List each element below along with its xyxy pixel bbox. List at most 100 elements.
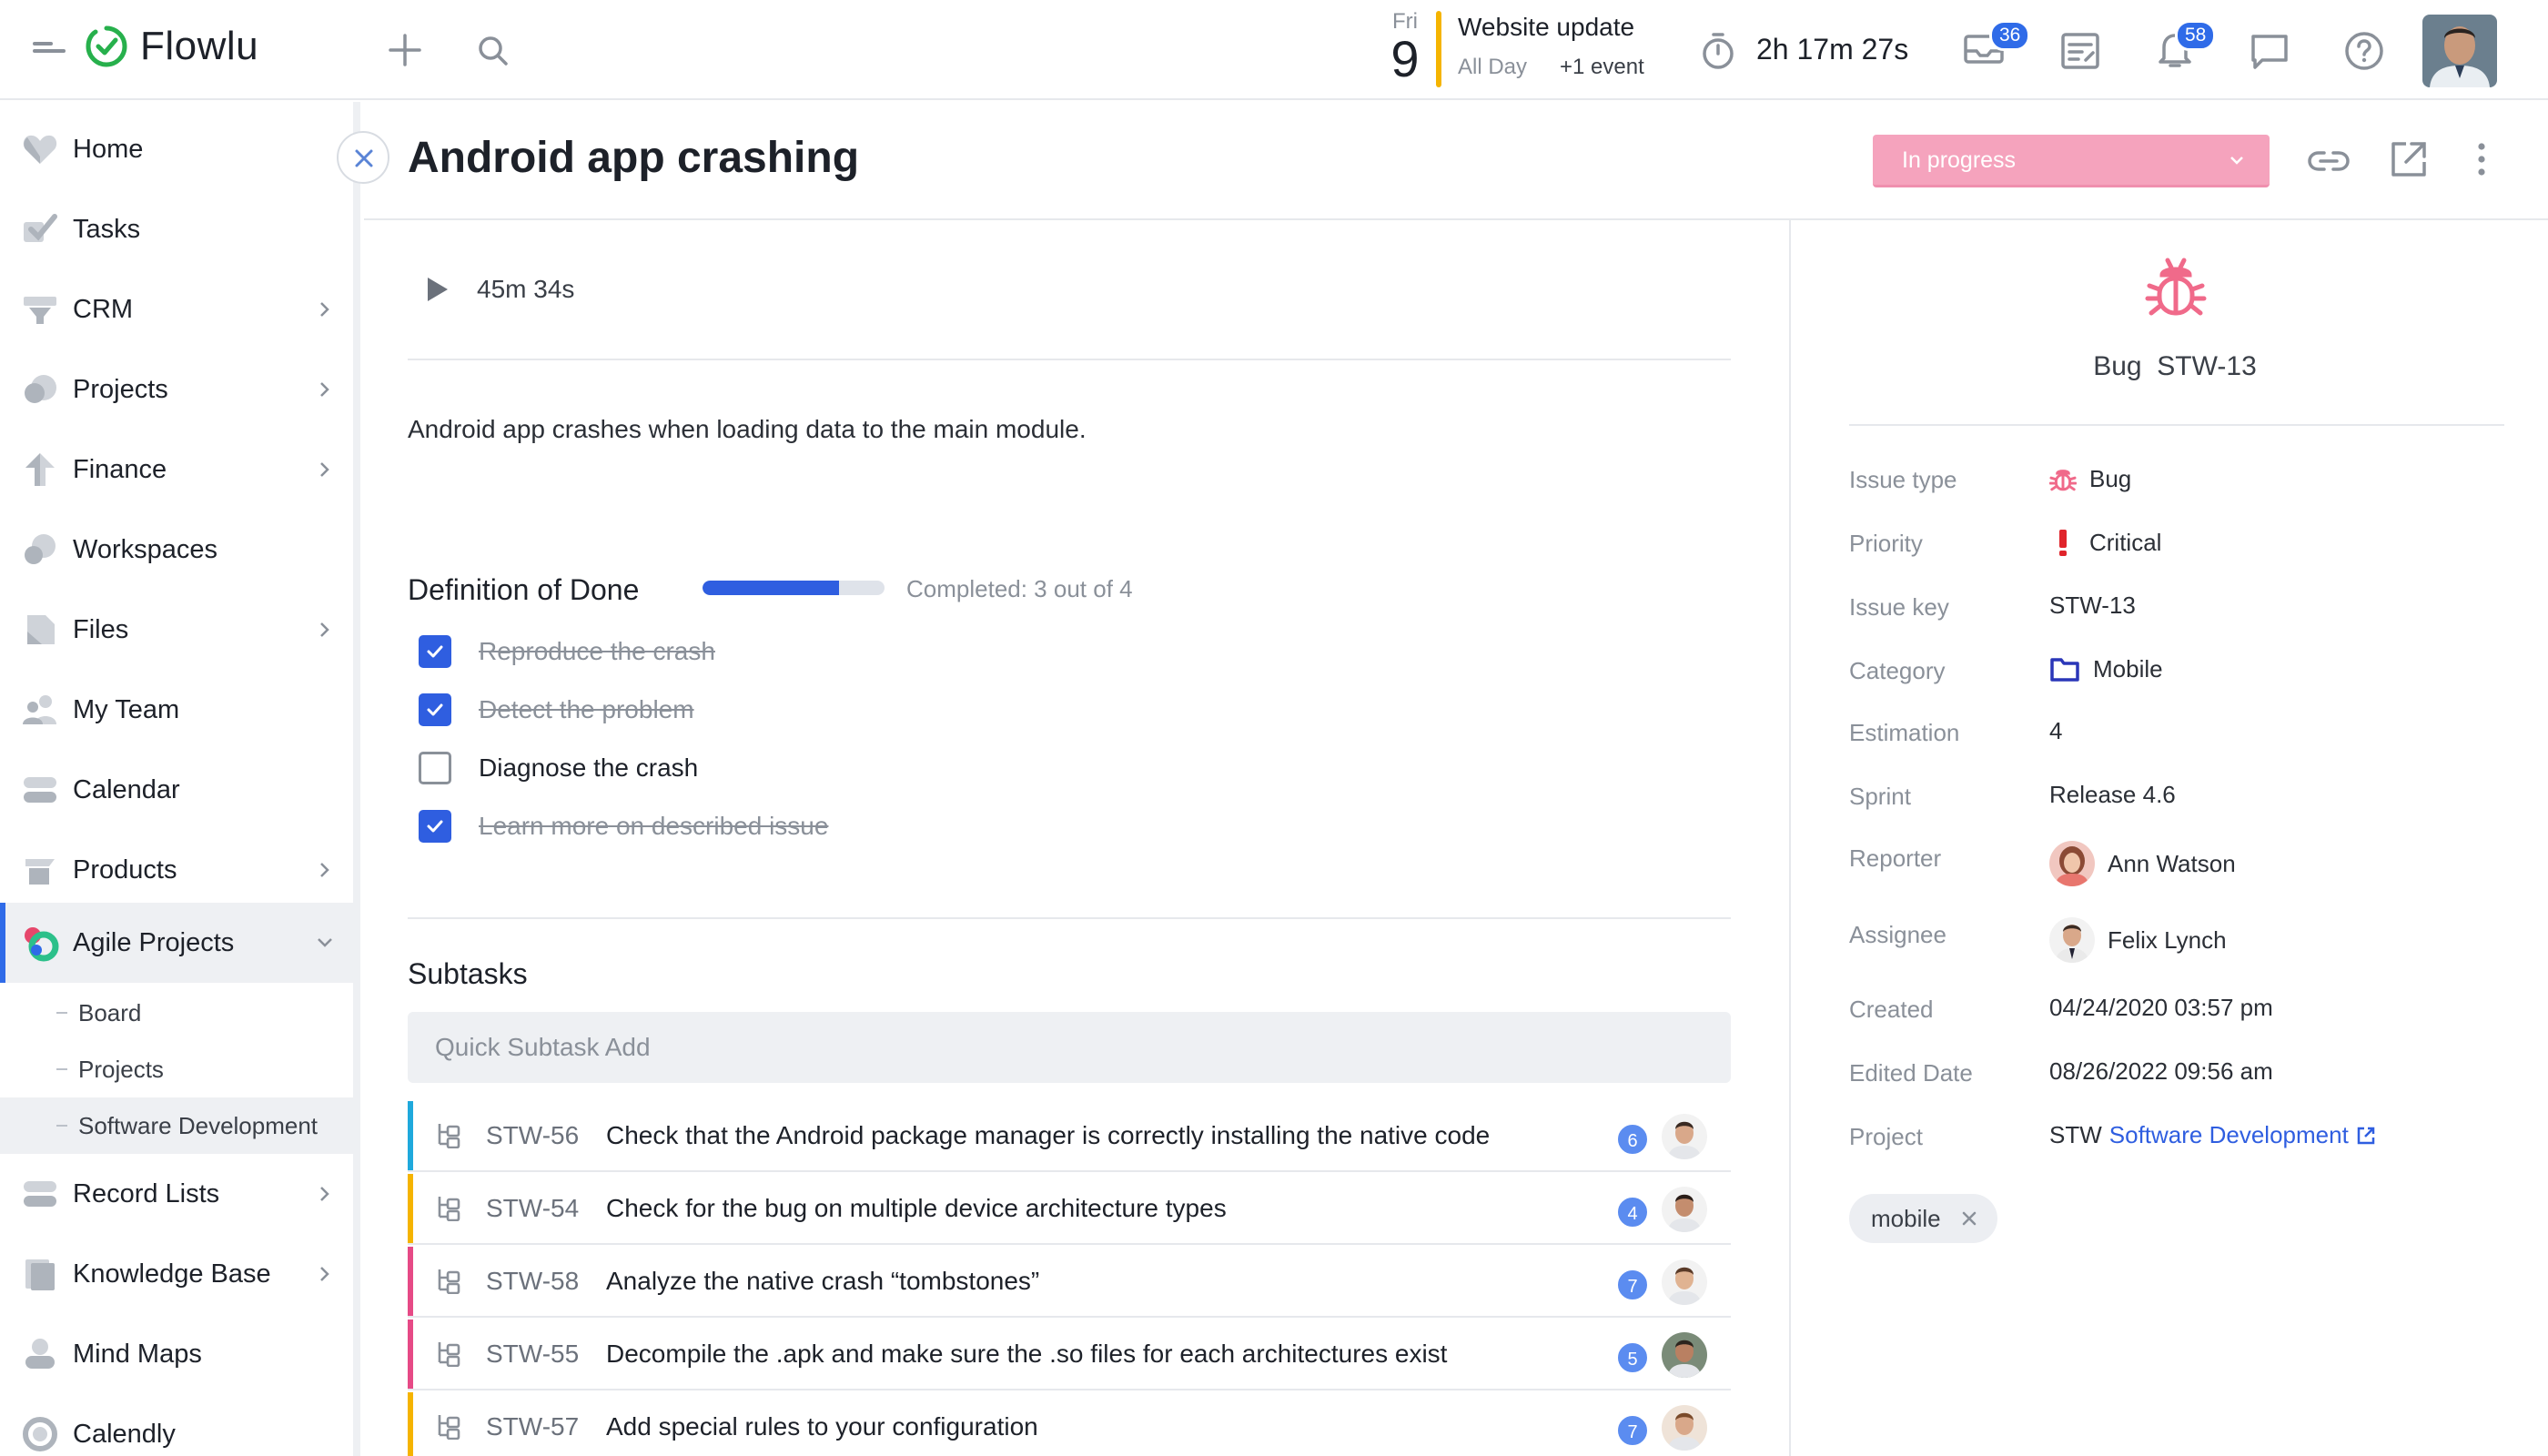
prop-sprint[interactable]: Release 4.6 [2049, 781, 2176, 809]
prop-category[interactable]: Mobile [2049, 655, 2163, 683]
dod-progress-text: Completed: 3 out of 4 [906, 575, 1133, 602]
subtask-assignee-avatar[interactable] [1662, 1332, 1707, 1378]
subtask-assignee-avatar[interactable] [1662, 1114, 1707, 1159]
event-more-link[interactable]: +1 event [1560, 55, 1644, 80]
sidebar-item-label: Projects [73, 374, 168, 404]
dod-item[interactable]: Detect the problem [419, 692, 694, 728]
subtask-comment-count: 7 [1616, 1414, 1649, 1447]
sidebar-item-products[interactable]: Products [0, 830, 353, 910]
sidebar-subitem-label: Board [78, 998, 142, 1026]
help-icon[interactable] [2342, 29, 2386, 73]
mail-button[interactable]: 36 [1962, 20, 2031, 78]
subtask-title[interactable]: Decompile the .apk and make sure the .so… [606, 1340, 1447, 1369]
sidebar-item-calendar[interactable]: Calendar [0, 750, 353, 830]
prop-label-estimation: Estimation [1849, 719, 1960, 746]
notes-icon[interactable] [2058, 29, 2102, 73]
subtask-key[interactable]: STW-55 [486, 1340, 579, 1369]
add-icon[interactable] [386, 31, 424, 69]
sidebar-subitem-label: Software Development [78, 1111, 318, 1139]
tag-chip[interactable]: mobile [1849, 1194, 1997, 1243]
divider [1849, 424, 2504, 426]
prop-project[interactable]: STW Software Development [2049, 1121, 2376, 1149]
sidebar-item-files[interactable]: Files [0, 590, 353, 670]
timer-display[interactable]: 2h 17m 27s [1756, 33, 1908, 66]
sidebar-item-record-lists[interactable]: Record Lists [0, 1154, 353, 1234]
sidebar-item-home[interactable]: Home [0, 109, 353, 189]
record-lists-icon [24, 1181, 56, 1207]
event-time: All Day [1458, 55, 1528, 79]
team-icon [23, 695, 56, 724]
time-tracked: 45m 34s [477, 275, 575, 303]
sidebar-item-projects[interactable]: Projects [0, 349, 353, 430]
subtask-title[interactable]: Check that the Android package manager i… [606, 1121, 1490, 1150]
stopwatch-icon[interactable] [1698, 31, 1738, 71]
workspaces-icon [25, 534, 56, 564]
subtask-row[interactable]: STW-56 Check that the Android package man… [408, 1101, 1731, 1172]
menu-toggle-icon[interactable] [33, 36, 66, 64]
sidebar-item-knowledge-base[interactable]: Knowledge Base [0, 1234, 353, 1314]
subtask-assignee-avatar[interactable] [1662, 1405, 1707, 1451]
subtask-title[interactable]: Add special rules to your configuration [606, 1412, 1038, 1441]
chat-icon[interactable] [2248, 29, 2291, 73]
prop-issue-type[interactable]: Bug [2049, 464, 2131, 493]
sidebar-item-mind-maps[interactable]: Mind Maps [0, 1314, 353, 1394]
status-dropdown[interactable]: In progress [1873, 135, 2270, 187]
subtask-key[interactable]: STW-54 [486, 1194, 579, 1223]
subtask-row[interactable]: STW-57 Add special rules to your configur… [408, 1392, 1731, 1456]
subtask-assignee-avatar[interactable] [1662, 1187, 1707, 1232]
sidebar-subitem-software-development[interactable]: Software Development [0, 1097, 353, 1154]
subtask-key[interactable]: STW-56 [486, 1121, 579, 1150]
subtask-key[interactable]: STW-58 [486, 1267, 579, 1296]
subtask-assignee-avatar[interactable] [1662, 1259, 1707, 1305]
subtask-title[interactable]: Analyze the native crash “tombstones” [606, 1267, 1039, 1296]
app-logo[interactable]: Flowlu [86, 24, 258, 69]
sidebar-item-my-team[interactable]: My Team [0, 670, 353, 750]
external-link-icon[interactable] [2356, 1126, 2376, 1146]
sidebar-item-agile-projects[interactable]: Agile Projects [0, 903, 353, 983]
divider [408, 359, 1731, 360]
dod-item[interactable]: Diagnose the crash [419, 750, 698, 786]
play-icon[interactable] [424, 275, 451, 304]
dod-item[interactable]: Reproduce the crash [419, 633, 715, 670]
tree-dash [56, 1125, 67, 1127]
more-options-icon[interactable] [2459, 136, 2504, 182]
funnel-icon [24, 297, 56, 324]
calendar-date[interactable]: Fri 9 [1380, 9, 1431, 85]
notifications-button[interactable]: 58 [2153, 20, 2217, 78]
subtask-row[interactable]: STW-54 Check for the bug on multiple devi… [408, 1174, 1731, 1245]
link-icon[interactable] [2306, 138, 2351, 184]
issue-title[interactable]: Android app crashing [408, 133, 859, 183]
sidebar-subitem-projects[interactable]: Projects [0, 1041, 353, 1097]
prop-label-assignee: Assignee [1849, 921, 1946, 948]
sidebar-item-workspaces[interactable]: Workspaces [0, 510, 353, 590]
sidebar-item-finance[interactable]: Finance [0, 430, 353, 510]
sidebar-item-crm[interactable]: CRM [0, 269, 353, 349]
user-avatar[interactable] [2422, 15, 2497, 87]
prop-issue-key: STW-13 [2049, 592, 2136, 620]
project-link[interactable]: Software Development [2109, 1121, 2349, 1149]
prop-assignee[interactable]: Felix Lynch [2049, 917, 2227, 963]
search-icon[interactable] [475, 33, 511, 69]
subtask-title[interactable]: Check for the bug on multiple device arc… [606, 1194, 1227, 1223]
checkbox-unchecked[interactable] [419, 752, 451, 784]
checkbox-checked[interactable] [419, 635, 451, 668]
prop-estimation[interactable]: 4 [2049, 717, 2062, 745]
subtask-key[interactable]: STW-57 [486, 1412, 579, 1441]
prop-reporter[interactable]: Ann Watson [2049, 841, 2236, 886]
sidebar-item-calendly[interactable]: Calendly [0, 1394, 353, 1456]
prop-priority[interactable]: Critical [2049, 528, 2161, 557]
sidebar-subitem-board[interactable]: Board [0, 985, 353, 1041]
dod-item[interactable]: Learn more on described issue [419, 808, 828, 844]
checkbox-checked[interactable] [419, 693, 451, 726]
open-external-icon[interactable] [2386, 136, 2432, 182]
subtask-row[interactable]: STW-58 Analyze the native crash “tombston… [408, 1247, 1731, 1318]
close-panel-button[interactable] [337, 131, 389, 184]
event-title[interactable]: Website update [1458, 13, 1634, 42]
sidebar-item-tasks[interactable]: Tasks [0, 189, 353, 269]
subtask-row[interactable]: STW-55 Decompile the .apk and make sure t… [408, 1320, 1731, 1390]
subtask-comment-count: 6 [1616, 1123, 1649, 1156]
remove-tag-icon[interactable] [1961, 1210, 1977, 1227]
checkbox-checked[interactable] [419, 810, 451, 843]
quick-subtask-input[interactable] [408, 1012, 1731, 1083]
issue-description[interactable]: Android app crashes when loading data to… [408, 415, 1087, 444]
